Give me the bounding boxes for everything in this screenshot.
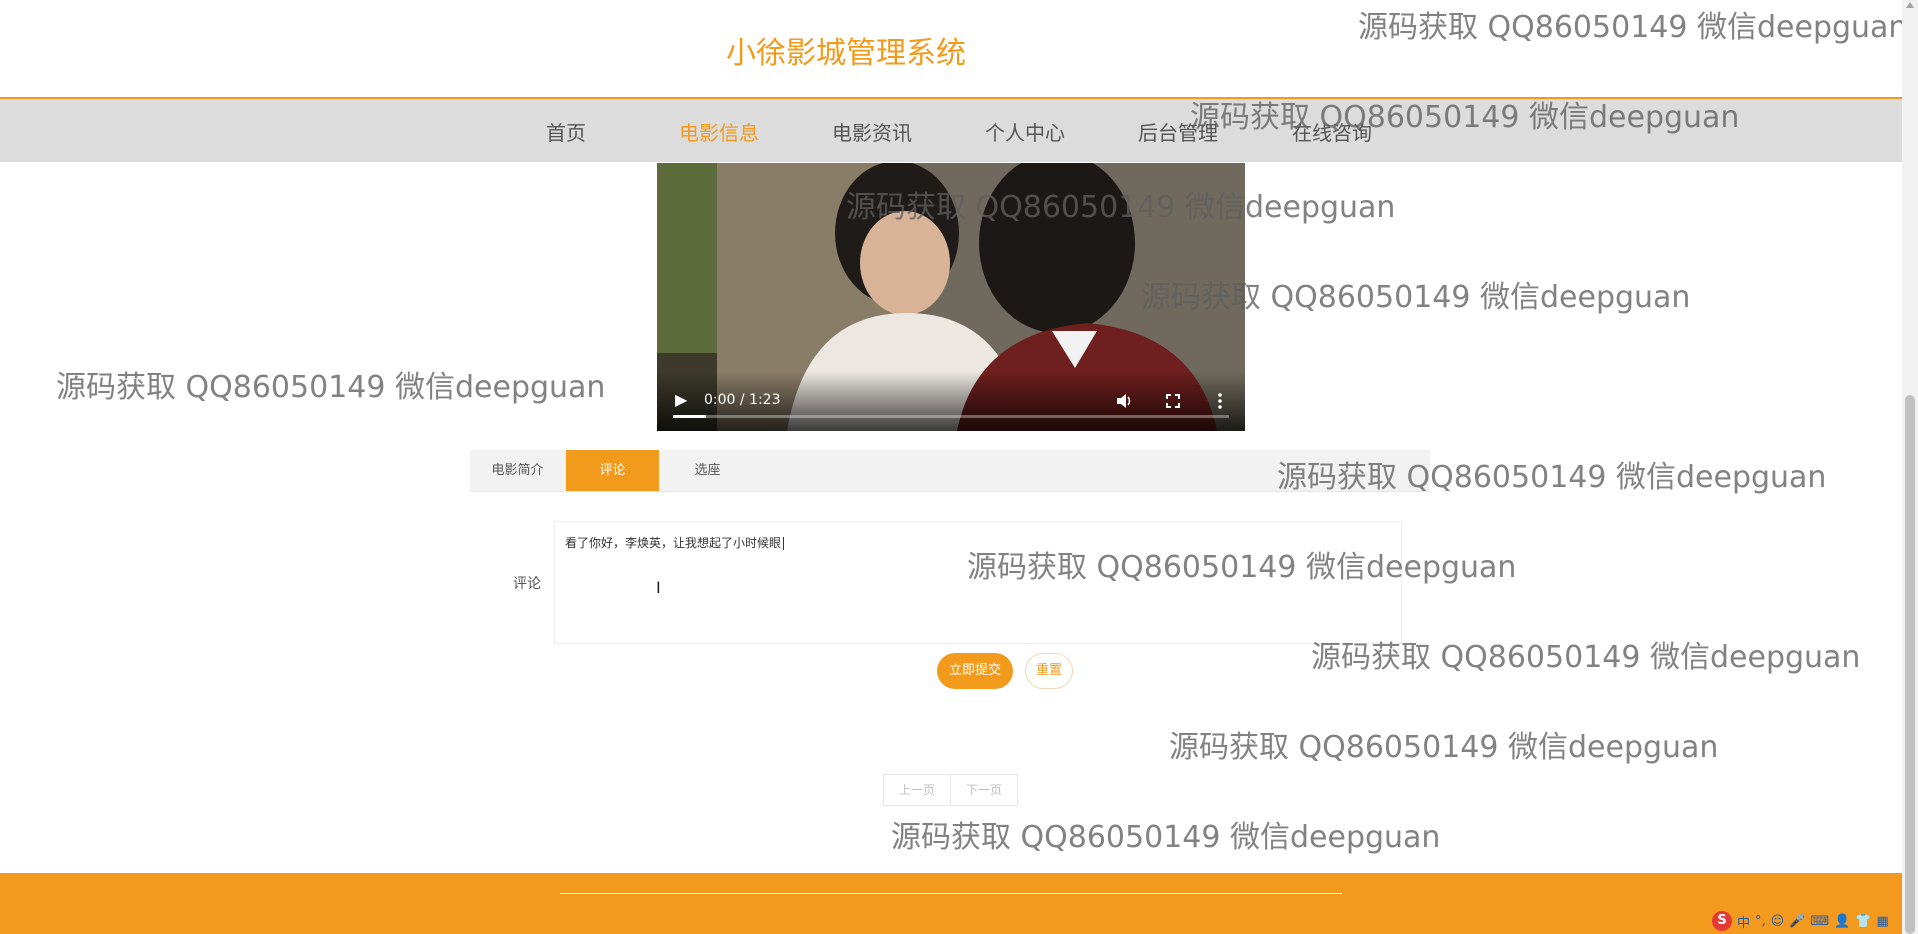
comment-text: 看了你好，李焕英，让我想起了小时候眼 [565, 534, 785, 551]
scroll-up-icon[interactable] [1906, 2, 1914, 8]
tab-movie-intro[interactable]: 电影简介 [470, 450, 565, 491]
watermark: 源码获取 QQ86050149 微信deepguan [891, 820, 1441, 855]
nav-item-personal-center[interactable]: 个人中心 [985, 117, 1065, 146]
comment-value: 看了你好，李焕英，让我想起了小时候眼 [565, 536, 782, 550]
comment-textarea[interactable]: 看了你好，李焕英，让我想起了小时候眼 [554, 521, 1402, 644]
nav-item-home[interactable]: 首页 [546, 117, 586, 146]
more-options-icon[interactable] [1218, 393, 1222, 409]
ime-logo-icon[interactable]: S [1712, 911, 1732, 931]
page-scrollbar[interactable] [1902, 0, 1918, 934]
user-icon[interactable]: 👤 [1834, 914, 1850, 929]
ime-toolbar: S 中 °, ☺ 🎤 ⌨ 👤 👕 ▦ [1712, 910, 1902, 932]
video-player[interactable]: ▶ 0:00 / 1:23 [657, 163, 1245, 431]
movie-tabs: 电影简介 评论 选座 [470, 450, 1430, 492]
reset-button[interactable]: 重置 [1025, 653, 1073, 689]
skin-icon[interactable]: 👕 [1855, 914, 1871, 929]
video-progress-fill [673, 415, 707, 418]
submit-button[interactable]: 立即提交 [937, 653, 1013, 689]
nav-item-movie-info[interactable]: 电影信息 [679, 117, 759, 146]
video-progress-bar[interactable] [673, 415, 1229, 418]
keyboard-icon[interactable]: ⌨ [1810, 914, 1829, 929]
ime-punct-toggle[interactable]: °, [1755, 914, 1766, 929]
footer-divider [560, 893, 1342, 894]
text-cursor-icon: Ⅰ [656, 578, 661, 597]
emoji-icon[interactable]: ☺ [1771, 914, 1785, 929]
site-header: 小徐影城管理系统 [0, 0, 1902, 99]
nav-item-admin[interactable]: 后台管理 [1138, 117, 1218, 146]
text-caret [783, 537, 785, 550]
site-footer [0, 873, 1902, 934]
play-icon[interactable]: ▶ [675, 390, 687, 409]
main-nav: 首页 电影信息 电影资讯 个人中心 后台管理 在线咨询 [0, 99, 1902, 162]
volume-icon[interactable] [1116, 393, 1134, 409]
scroll-thumb[interactable] [1905, 395, 1915, 934]
ime-lang-toggle[interactable]: 中 [1737, 912, 1750, 931]
fullscreen-icon[interactable] [1166, 394, 1180, 408]
watermark: 源码获取 QQ86050149 微信deepguan [56, 370, 606, 405]
comment-label: 评论 [513, 576, 541, 592]
nav-item-online-consult[interactable]: 在线咨询 [1292, 117, 1372, 146]
watermark: 源码获取 QQ86050149 微信deepguan [1169, 730, 1719, 765]
video-controls: ▶ 0:00 / 1:23 [657, 371, 1245, 431]
tab-seat-selection[interactable]: 选座 [660, 450, 755, 491]
pagination: 上一页 下一页 [883, 774, 1018, 806]
nav-item-movie-news[interactable]: 电影资讯 [832, 117, 912, 146]
site-title: 小徐影城管理系统 [726, 36, 966, 71]
video-time: 0:00 / 1:23 [704, 392, 781, 408]
page: 小徐影城管理系统 首页 电影信息 电影资讯 个人中心 后台管理 在线咨询 ▶ 0… [0, 0, 1902, 934]
prev-page-button[interactable]: 上一页 [884, 775, 950, 805]
tab-comments[interactable]: 评论 [566, 450, 659, 491]
grid-menu-icon[interactable]: ▦ [1877, 914, 1889, 929]
microphone-icon[interactable]: 🎤 [1789, 914, 1805, 929]
next-page-button[interactable]: 下一页 [950, 775, 1017, 805]
